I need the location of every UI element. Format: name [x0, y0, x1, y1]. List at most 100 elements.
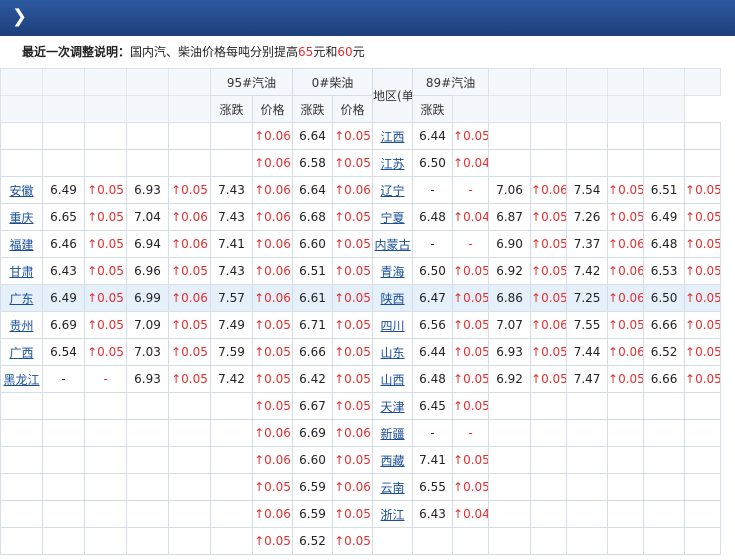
price-cell [684, 419, 722, 447]
price-cell: 6.43 [42, 257, 85, 285]
region-right[interactable]: 天津 [372, 392, 414, 420]
change-89: ↑0.05 [452, 284, 490, 312]
region-left[interactable]: 安徽 [0, 176, 43, 204]
table-row: ↑0.06 6.69 ↑0.06 新疆 - - [0, 419, 735, 447]
price-cell [42, 419, 85, 447]
price-89: 6.56 [412, 311, 454, 339]
price-0: 6.61 [292, 284, 334, 312]
price-cell [530, 392, 568, 420]
header-cell-blurred [0, 95, 43, 123]
region-left[interactable] [0, 392, 43, 420]
price-95: 7.42 [210, 365, 253, 393]
price-cell [566, 419, 609, 447]
price-cell [168, 473, 211, 501]
price-89: - [412, 230, 454, 258]
price-cell [607, 527, 645, 555]
header-cell-blurred [643, 95, 686, 123]
region-right[interactable] [372, 527, 414, 555]
region-left[interactable]: 甘肃 [0, 257, 43, 285]
region-left[interactable] [0, 500, 43, 528]
table-row: 广东 6.49 ↑0.05 6.99 ↑0.06 7.57 ↑0.06 6.61 ↑0.05 陕西… [0, 284, 735, 312]
price-cell [530, 149, 568, 177]
price-cell [643, 473, 686, 501]
header-cell-blurred [566, 68, 609, 96]
region-left[interactable]: 贵州 [0, 311, 43, 339]
price-cell: 6.66 [643, 365, 686, 393]
adjustment-notice: 最近一次调整说明：国内汽、柴油价格每吨分别提高65元和60元 [0, 36, 735, 66]
price-cell [84, 500, 127, 528]
price-cell: ↑0.05 [684, 230, 722, 258]
change-0: ↑0.05 [332, 527, 374, 555]
table-row: 甘肃 6.43 ↑0.05 6.96 ↑0.05 7.43 ↑0.06 6.51 ↑0.05 青海… [0, 257, 735, 285]
price-cell: ↑0.05 [530, 338, 568, 366]
price-cell: 6.53 [643, 257, 686, 285]
price-cell: 6.66 [643, 311, 686, 339]
price-cell: 6.94 [126, 230, 169, 258]
table-row: ↑0.05 6.67 ↑0.05 天津 6.45 ↑0.05 [0, 392, 735, 420]
region-right[interactable]: 江苏 [372, 149, 414, 177]
price-cell: 7.44 [566, 338, 609, 366]
region-right[interactable]: 宁夏 [372, 203, 414, 231]
region-left[interactable] [0, 527, 43, 555]
change-95: ↑0.05 [251, 338, 294, 366]
price-cell [684, 500, 722, 528]
change-95: ↑0.05 [251, 527, 294, 555]
fuel-price-table: 95#汽油0#柴油地区(单位:元/升)89#汽油涨跌价格涨跌价格涨跌↑0.066… [0, 68, 735, 555]
price-cell: 6.65 [42, 203, 85, 231]
price-0: 6.51 [292, 257, 334, 285]
price-cell [126, 527, 169, 555]
price-95: 7.49 [210, 311, 253, 339]
price-cell: 6.87 [488, 203, 532, 231]
region-left[interactable] [0, 122, 43, 150]
price-89: 6.47 [412, 284, 454, 312]
region-right[interactable]: 西藏 [372, 446, 414, 474]
change-89: ↑0.05 [452, 473, 490, 501]
notice-text-a: 国内汽、柴油价格每吨分别提高 [130, 45, 299, 59]
region-left[interactable]: 广东 [0, 284, 43, 312]
price-95 [210, 149, 253, 177]
price-cell: ↑0.05 [84, 284, 127, 312]
price-cell: 6.49 [643, 203, 686, 231]
region-right[interactable]: 浙江 [372, 500, 414, 528]
region-right[interactable]: 陕西 [372, 284, 414, 312]
price-cell [42, 446, 85, 474]
region-right[interactable]: 江西 [372, 122, 414, 150]
region-right[interactable]: 青海 [372, 257, 414, 285]
price-cell: ↑0.05 [684, 284, 722, 312]
price-cell: 6.46 [42, 230, 85, 258]
price-cell [684, 149, 722, 177]
region-left[interactable] [0, 419, 43, 447]
region-right[interactable]: 内蒙古 [372, 230, 414, 258]
region-right[interactable]: 云南 [372, 473, 414, 501]
region-right[interactable]: 新疆 [372, 419, 414, 447]
region-right[interactable]: 辽宁 [372, 176, 414, 204]
region-left[interactable]: 广西 [0, 338, 43, 366]
price-0: 6.60 [292, 230, 334, 258]
price-cell [126, 446, 169, 474]
header-change: 涨跌 [210, 95, 253, 123]
price-cell: ↑0.05 [84, 176, 127, 204]
region-left[interactable] [0, 149, 43, 177]
change-89: ↑0.05 [452, 365, 490, 393]
price-95 [210, 392, 253, 420]
price-cell [168, 149, 211, 177]
region-right[interactable]: 四川 [372, 311, 414, 339]
region-right[interactable]: 山东 [372, 338, 414, 366]
price-cell [566, 527, 609, 555]
header-0-diesel: 0#柴油 [292, 68, 374, 96]
header-cell-blurred [168, 95, 211, 123]
price-cell [42, 122, 85, 150]
region-left[interactable]: 福建 [0, 230, 43, 258]
change-89: - [452, 230, 490, 258]
price-cell: ↑0.05 [684, 176, 722, 204]
change-95: ↑0.06 [251, 149, 294, 177]
region-left[interactable]: 黑龙江 [0, 365, 43, 393]
price-cell: 6.51 [643, 176, 686, 204]
region-left[interactable] [0, 473, 43, 501]
change-89: ↑0.05 [452, 392, 490, 420]
region-left[interactable] [0, 446, 43, 474]
chevron-right-icon[interactable]: ❯ [12, 8, 27, 26]
region-right[interactable]: 山西 [372, 365, 414, 393]
region-left[interactable]: 重庆 [0, 203, 43, 231]
change-0: ↑0.05 [332, 338, 374, 366]
